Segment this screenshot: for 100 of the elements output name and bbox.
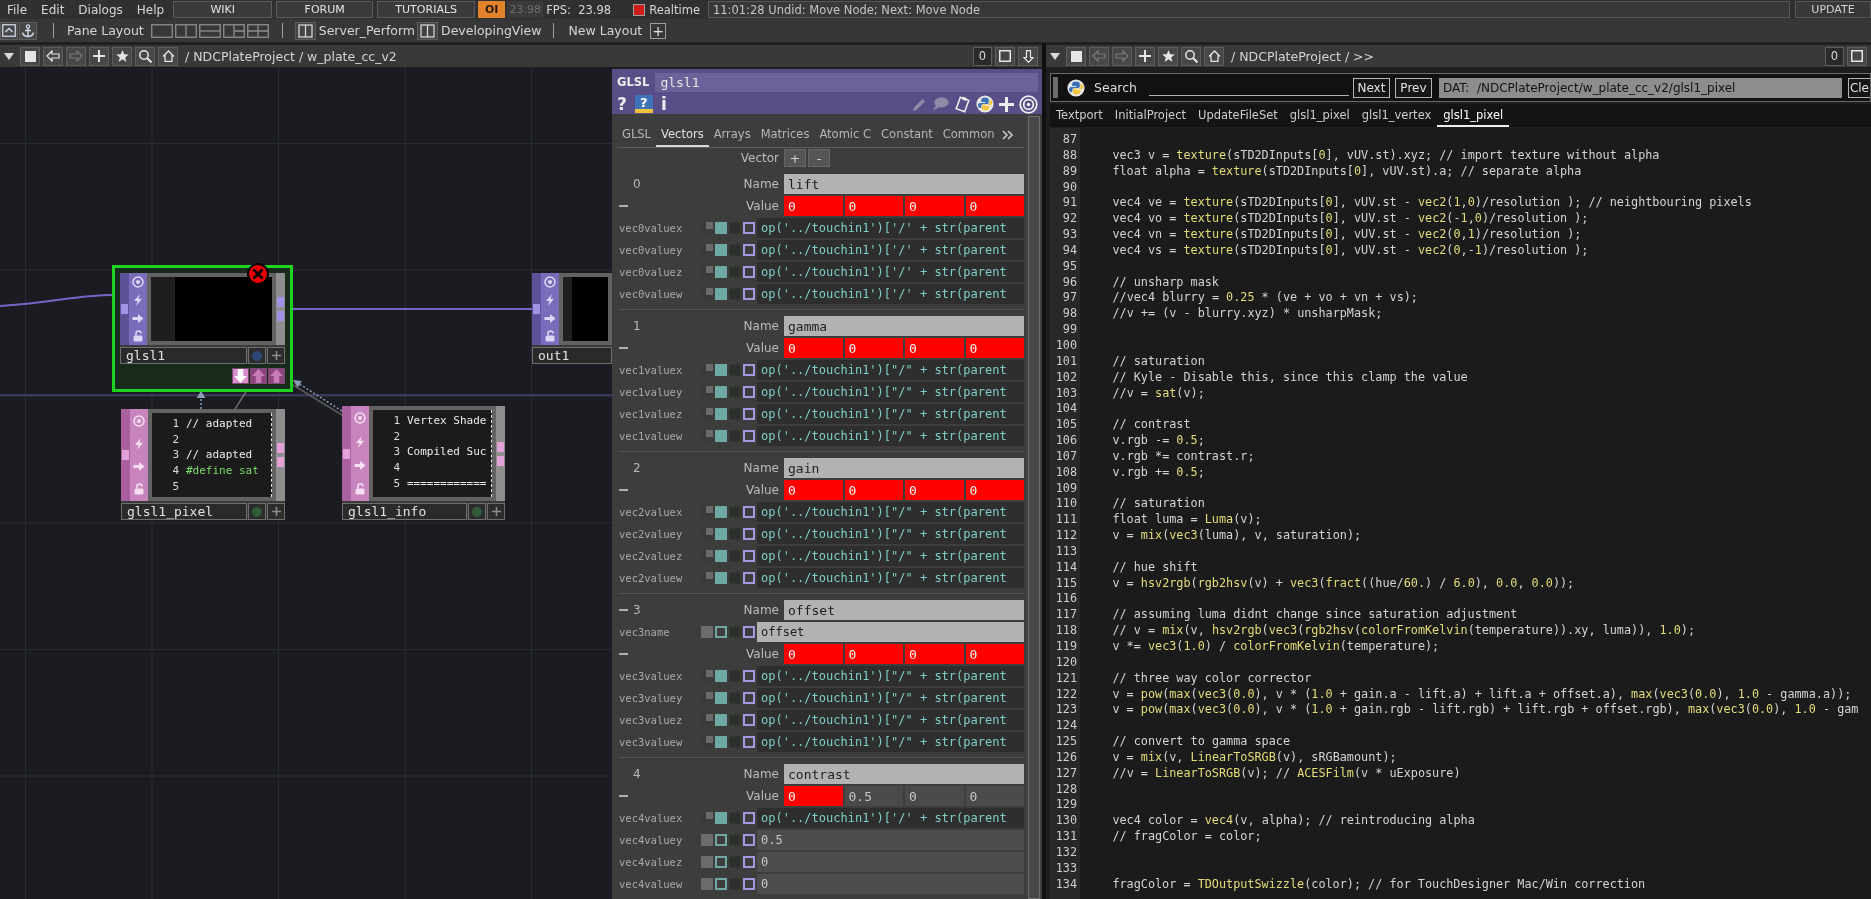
next-button[interactable]: Next xyxy=(1352,77,1390,98)
tab[interactable]: Matrices xyxy=(755,127,815,147)
bullseye-icon[interactable] xyxy=(1019,94,1038,114)
value-field[interactable]: 0 xyxy=(965,786,1024,806)
home-button[interactable] xyxy=(1204,46,1224,66)
outlined-square-icon[interactable] xyxy=(743,550,755,562)
expression-field[interactable]: op('../touchin1')["/" + str(parent xyxy=(757,426,1024,446)
expression-field[interactable]: op('../touchin1')["/" + str(parent xyxy=(757,382,1024,402)
dot-icon[interactable] xyxy=(472,506,482,517)
logo-icon[interactable] xyxy=(1067,78,1085,97)
input-connector[interactable] xyxy=(121,304,128,314)
layout-button[interactable] xyxy=(149,21,174,40)
input-field[interactable]: 0 xyxy=(757,874,1024,894)
add-button[interactable] xyxy=(487,503,505,520)
tab[interactable]: glsl1_vertex xyxy=(1355,104,1438,127)
menu-item[interactable]: File xyxy=(0,2,35,17)
layout-button[interactable] xyxy=(245,21,270,40)
name-field[interactable]: contrast xyxy=(784,764,1024,784)
counter-field[interactable]: 0 xyxy=(972,46,992,66)
clipboard-icon[interactable] xyxy=(954,95,971,113)
lock-icon[interactable] xyxy=(544,329,556,342)
layout-button[interactable] xyxy=(173,21,198,40)
double-chevron-icon[interactable] xyxy=(1001,130,1013,140)
name-field[interactable]: lift xyxy=(784,174,1024,194)
tab[interactable]: GLSL xyxy=(617,127,657,147)
expression-field[interactable]: op('../touchin1')["/" + str(parent xyxy=(757,546,1024,566)
expression-field[interactable]: op('../touchin1')["/" + str(parent xyxy=(757,732,1024,752)
name-field[interactable]: gain xyxy=(784,458,1024,478)
value-field[interactable]: 0 xyxy=(905,196,964,216)
expression-field[interactable]: op('../touchin1')['/' + str(parent xyxy=(757,240,1024,260)
expression-field[interactable]: op('../touchin1')["/" + str(parent xyxy=(757,688,1024,708)
target-icon[interactable] xyxy=(544,276,556,289)
arrow-right-icon[interactable] xyxy=(544,312,556,324)
outlined-square-icon[interactable] xyxy=(715,626,727,638)
outlined-square-icon[interactable] xyxy=(743,266,755,278)
value-field[interactable]: 0 xyxy=(905,480,964,500)
back-button[interactable] xyxy=(43,46,63,66)
realtime-toggle[interactable]: Realtime xyxy=(633,2,700,17)
dot-icon[interactable] xyxy=(252,506,262,517)
value-field[interactable]: 0 xyxy=(844,480,903,500)
operator-node[interactable]: glsl1 xyxy=(120,273,285,364)
target-icon[interactable] xyxy=(133,414,145,427)
tab[interactable]: Textport xyxy=(1050,104,1109,127)
arrow-right-icon[interactable] xyxy=(133,461,145,473)
outlined-square-icon[interactable] xyxy=(743,626,755,638)
outlined-square-icon[interactable] xyxy=(743,714,755,726)
operator-node[interactable]: out1 xyxy=(532,273,612,364)
node-name[interactable]: glsl1 xyxy=(120,347,247,364)
output-connector[interactable] xyxy=(497,441,504,452)
link-button[interactable]: WIKI xyxy=(173,1,273,18)
tab[interactable]: Vectors xyxy=(656,127,709,147)
input-connector[interactable] xyxy=(343,448,350,459)
outlined-square-icon[interactable] xyxy=(715,878,727,890)
lightning-icon[interactable] xyxy=(545,294,555,307)
output-connector[interactable] xyxy=(497,455,504,466)
viewer-button[interactable] xyxy=(248,347,266,364)
add-button[interactable] xyxy=(1135,46,1155,66)
outlined-square-icon[interactable] xyxy=(743,222,755,234)
menu-item[interactable]: Dialogs xyxy=(71,2,130,17)
value-field[interactable]: 0.5 xyxy=(844,786,903,806)
tab[interactable]: Constant xyxy=(876,127,938,147)
viewer-button[interactable] xyxy=(468,503,486,520)
value-field[interactable]: 0 xyxy=(784,644,843,664)
outlined-square-icon[interactable] xyxy=(743,364,755,376)
lock-icon[interactable] xyxy=(354,483,366,495)
path-breadcrumb[interactable]: / NDCPlateProject / w_plate_cc_v2 xyxy=(185,48,397,64)
clear-button[interactable]: Cle xyxy=(1847,77,1870,98)
add-button[interactable] xyxy=(89,46,109,66)
chevron-button[interactable] xyxy=(0,21,18,40)
node-name[interactable]: glsl1_info xyxy=(342,503,467,520)
expression-field[interactable]: op('../touchin1')['/' + str(parent xyxy=(757,808,1024,828)
arrow-right-icon[interactable] xyxy=(354,460,366,471)
lightning-icon[interactable] xyxy=(134,437,144,450)
arrow-down-icon[interactable] xyxy=(232,368,249,384)
outlined-square-icon[interactable] xyxy=(743,288,755,300)
value-field[interactable]: 0 xyxy=(844,338,903,358)
value-field[interactable]: 0 xyxy=(784,338,843,358)
operator-node[interactable]: 1 // adapted 2 3 // adapted 4 #define sat 5 glsl1_pixel xyxy=(121,409,285,520)
value-field[interactable]: 0 xyxy=(965,644,1024,664)
outlined-square-icon[interactable] xyxy=(743,834,755,846)
outlined-square-icon[interactable] xyxy=(743,528,755,540)
value-field[interactable]: 0 xyxy=(784,480,843,500)
remove-vector-button[interactable]: - xyxy=(808,149,830,167)
search-button[interactable] xyxy=(135,46,155,66)
update-button[interactable]: UPDATE xyxy=(1795,1,1871,18)
layout-button[interactable]: Server_Perform xyxy=(294,21,416,40)
expression-field[interactable]: op('../touchin1')["/" + str(parent xyxy=(757,568,1024,588)
arrow-up-icon[interactable] xyxy=(268,368,285,384)
perform-mode-button[interactable]: OI xyxy=(478,1,506,18)
tab[interactable]: Arrays xyxy=(708,127,756,147)
lock-icon[interactable] xyxy=(133,483,145,496)
pencil-icon[interactable] xyxy=(912,96,927,112)
node-name[interactable]: glsl1_pixel xyxy=(121,503,247,520)
lightning-icon[interactable] xyxy=(355,436,365,448)
operator-name-field[interactable]: glsl1 xyxy=(655,72,1038,92)
add-button[interactable] xyxy=(267,503,285,520)
path-breadcrumb[interactable]: / NDCPlateProject / >> xyxy=(1231,48,1375,64)
value-field[interactable]: 0 xyxy=(965,480,1024,500)
dot-icon[interactable] xyxy=(252,350,262,361)
tab[interactable]: Common xyxy=(937,127,1000,147)
